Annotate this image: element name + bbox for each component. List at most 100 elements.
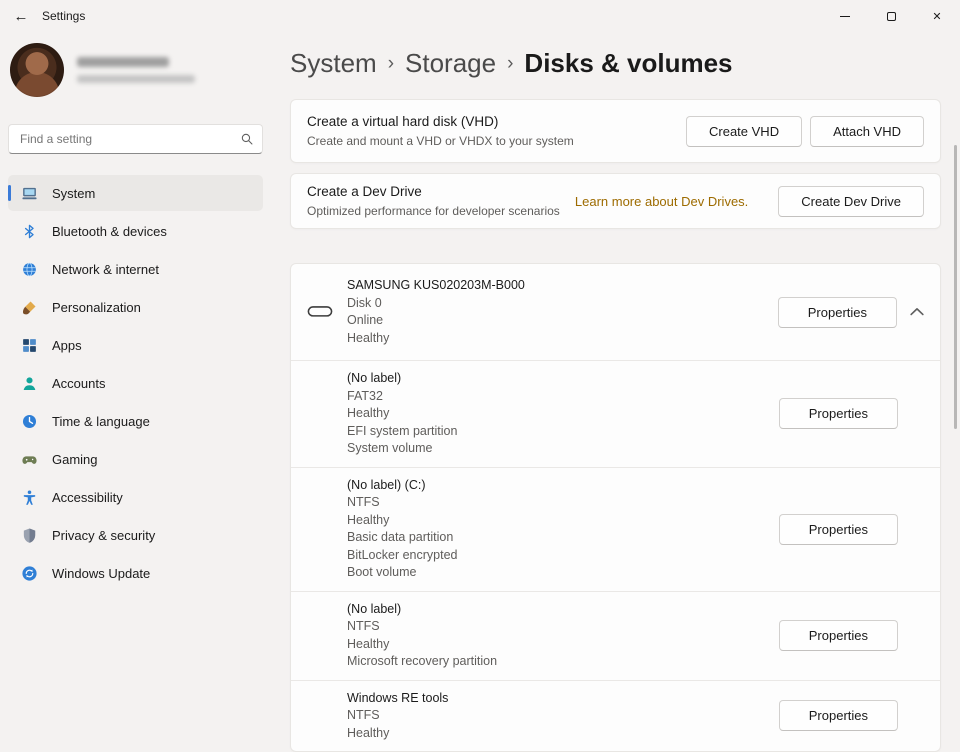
disk-properties-button[interactable]: Properties bbox=[778, 297, 897, 328]
volume-detail: Basic data partition bbox=[347, 529, 457, 547]
disk-detail: Disk 0 bbox=[347, 295, 525, 313]
vhd-card: Create a virtual hard disk (VHD) Create … bbox=[290, 99, 941, 163]
disk-drive-icon bbox=[307, 304, 333, 320]
accessibility-person-icon bbox=[21, 489, 38, 506]
window-title: Settings bbox=[42, 9, 85, 23]
search-box bbox=[8, 124, 263, 154]
game-controller-icon bbox=[21, 451, 38, 468]
sidebar-item-label: Accessibility bbox=[52, 490, 123, 505]
minimize-icon bbox=[840, 16, 850, 17]
sidebar-nav: System Bluetooth & devices Network & int… bbox=[8, 174, 263, 592]
volume-row: Windows RE tools NTFS Healthy Properties bbox=[291, 680, 940, 752]
volume-detail: Healthy bbox=[347, 725, 448, 743]
globe-icon bbox=[21, 261, 38, 278]
search-icon[interactable] bbox=[240, 132, 254, 146]
disk-name: SAMSUNG KUS020203M-B000 bbox=[347, 277, 525, 295]
minimize-button[interactable] bbox=[822, 0, 868, 32]
volume-detail: FAT32 bbox=[347, 388, 457, 406]
sidebar-item-label: Gaming bbox=[52, 452, 98, 467]
sidebar-item-accessibility[interactable]: Accessibility bbox=[8, 479, 263, 515]
chevron-right-icon: › bbox=[507, 44, 513, 81]
chevron-up-icon bbox=[910, 307, 924, 316]
volume-row: (No label) NTFS Healthy Microsoft recove… bbox=[291, 591, 940, 680]
back-button[interactable]: ← bbox=[0, 0, 42, 32]
vhd-card-subtitle: Create and mount a VHD or VHDX to your s… bbox=[307, 134, 574, 148]
sidebar-item-label: Personalization bbox=[52, 300, 141, 315]
sidebar-item-personalization[interactable]: Personalization bbox=[8, 289, 263, 325]
volume-label: (No label) bbox=[347, 601, 497, 619]
volume-detail: Healthy bbox=[347, 636, 497, 654]
volume-properties-button[interactable]: Properties bbox=[779, 620, 898, 651]
update-arrows-icon bbox=[21, 565, 38, 582]
volume-properties-button[interactable]: Properties bbox=[779, 398, 898, 429]
close-icon: ✕ bbox=[932, 10, 941, 23]
breadcrumb-item-system[interactable]: System bbox=[290, 46, 377, 80]
breadcrumb: System › Storage › Disks & volumes bbox=[290, 44, 941, 81]
volume-detail: Healthy bbox=[347, 512, 457, 530]
maximize-button[interactable] bbox=[868, 0, 914, 32]
vhd-card-title: Create a virtual hard disk (VHD) bbox=[307, 114, 574, 129]
sidebar-item-bluetooth-devices[interactable]: Bluetooth & devices bbox=[8, 213, 263, 249]
volume-properties-button[interactable]: Properties bbox=[779, 514, 898, 545]
page-title: Disks & volumes bbox=[524, 46, 732, 80]
breadcrumb-item-storage[interactable]: Storage bbox=[405, 46, 496, 80]
volume-detail: Boot volume bbox=[347, 564, 457, 582]
sidebar-item-windows-update[interactable]: Windows Update bbox=[8, 555, 263, 591]
paintbrush-icon bbox=[21, 299, 38, 316]
create-dev-drive-button[interactable]: Create Dev Drive bbox=[778, 186, 924, 217]
sidebar-item-network-internet[interactable]: Network & internet bbox=[8, 251, 263, 287]
avatar bbox=[10, 43, 64, 97]
volume-row: (No label) (C:) NTFS Healthy Basic data … bbox=[291, 467, 940, 591]
main-content: System › Storage › Disks & volumes Creat… bbox=[278, 32, 960, 722]
sidebar-item-label: Apps bbox=[52, 338, 82, 353]
sidebar-item-apps[interactable]: Apps bbox=[8, 327, 263, 363]
titlebar: ← Settings ✕ bbox=[0, 0, 960, 32]
volume-row: (No label) FAT32 Healthy EFI system part… bbox=[291, 360, 940, 467]
search-input[interactable] bbox=[8, 124, 263, 154]
sidebar-item-privacy-security[interactable]: Privacy & security bbox=[8, 517, 263, 553]
disk-detail: Healthy bbox=[347, 330, 525, 348]
maximize-icon bbox=[887, 12, 896, 21]
sidebar-item-label: Network & internet bbox=[52, 262, 159, 277]
clock-icon bbox=[21, 413, 38, 430]
sidebar-item-label: System bbox=[52, 186, 95, 201]
window-controls: ✕ bbox=[822, 0, 960, 32]
sidebar-item-accounts[interactable]: Accounts bbox=[8, 365, 263, 401]
chevron-right-icon: › bbox=[388, 44, 394, 81]
scrollbar-thumb[interactable] bbox=[954, 145, 957, 429]
sidebar-item-label: Time & language bbox=[52, 414, 150, 429]
sidebar-item-system[interactable]: System bbox=[8, 175, 263, 211]
user-name-redacted bbox=[77, 57, 169, 67]
dev-drive-card-subtitle: Optimized performance for developer scen… bbox=[307, 204, 560, 218]
disk-card: SAMSUNG KUS020203M-B000 Disk 0 Online He… bbox=[290, 263, 941, 752]
user-account[interactable] bbox=[10, 42, 263, 98]
dev-drive-card: Create a Dev Drive Optimized performance… bbox=[290, 173, 941, 229]
shield-icon bbox=[21, 527, 38, 544]
volume-label: Windows RE tools bbox=[347, 690, 448, 708]
apps-grid-icon bbox=[21, 337, 38, 354]
bluetooth-icon bbox=[21, 223, 38, 240]
volume-label: (No label) bbox=[347, 370, 457, 388]
volume-detail: EFI system partition bbox=[347, 423, 457, 441]
disk-detail: Online bbox=[347, 312, 525, 330]
volume-detail: NTFS bbox=[347, 618, 497, 636]
disk-header: SAMSUNG KUS020203M-B000 Disk 0 Online He… bbox=[291, 264, 940, 360]
volume-properties-button[interactable]: Properties bbox=[779, 700, 898, 731]
sidebar-item-gaming[interactable]: Gaming bbox=[8, 441, 263, 477]
system-icon bbox=[21, 185, 38, 202]
collapse-disk-button[interactable] bbox=[910, 305, 924, 319]
close-button[interactable]: ✕ bbox=[914, 0, 960, 32]
attach-vhd-button[interactable]: Attach VHD bbox=[810, 116, 924, 147]
user-email-redacted bbox=[77, 75, 195, 83]
volume-detail: System volume bbox=[347, 440, 457, 458]
person-icon bbox=[21, 375, 38, 392]
sidebar-item-label: Privacy & security bbox=[52, 528, 155, 543]
sidebar-item-label: Windows Update bbox=[52, 566, 150, 581]
back-arrow-icon: ← bbox=[14, 8, 29, 25]
sidebar-item-time-language[interactable]: Time & language bbox=[8, 403, 263, 439]
create-vhd-button[interactable]: Create VHD bbox=[686, 116, 802, 147]
volume-detail: Microsoft recovery partition bbox=[347, 653, 497, 671]
sidebar-item-label: Accounts bbox=[52, 376, 105, 391]
volume-label: (No label) (C:) bbox=[347, 477, 457, 495]
dev-drive-learn-more-link[interactable]: Learn more about Dev Drives. bbox=[575, 194, 748, 209]
